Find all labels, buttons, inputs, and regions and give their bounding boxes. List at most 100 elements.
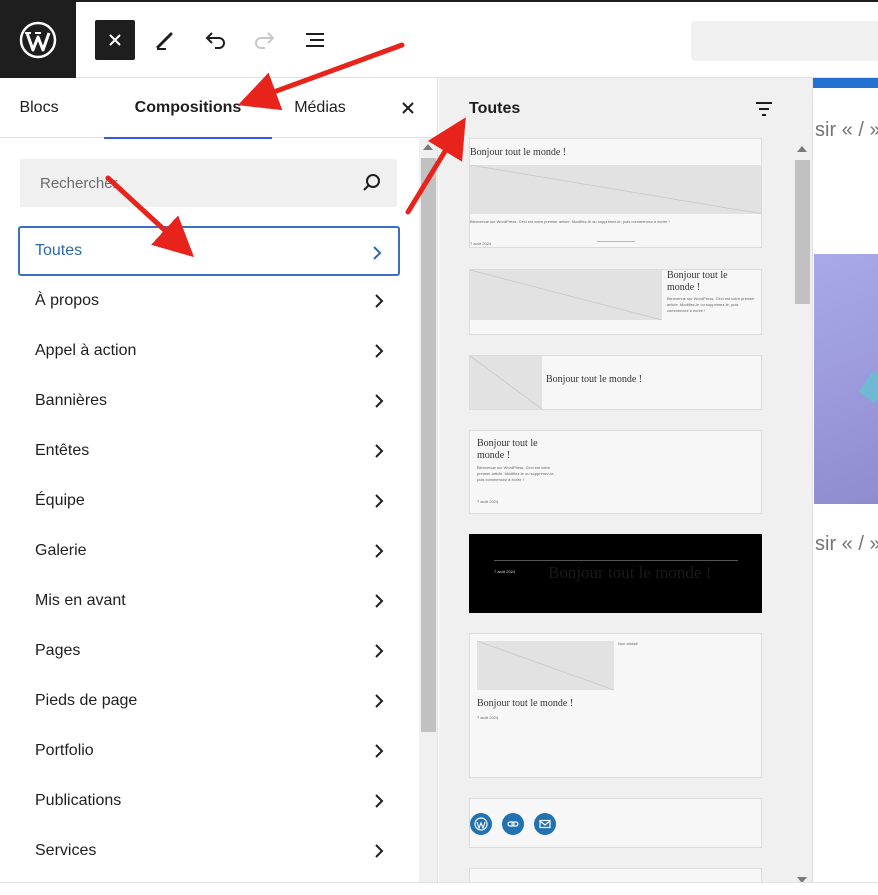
patterns-scrollbar[interactable] <box>793 140 812 895</box>
pattern-excerpt: Bienvenue sur WordPress. Ceci est votre … <box>667 296 755 313</box>
category-label: Entêtes <box>35 442 90 459</box>
category-pieds-de-page[interactable]: Pieds de page <box>18 676 400 726</box>
tab-medias[interactable]: Médias <box>272 78 368 138</box>
chevron-right-icon <box>375 694 384 708</box>
editor-canvas[interactable]: sir « / » sir « / » <box>812 78 878 895</box>
pattern-card[interactable]: 7 août 2024 Bonjour tout le monde ! <box>469 534 762 613</box>
chevron-right-icon <box>373 246 382 260</box>
category-toutes[interactable]: Toutes <box>18 226 400 276</box>
chevron-right-icon <box>375 744 384 758</box>
chevron-right-icon <box>375 594 384 608</box>
scrollbar-thumb[interactable] <box>421 158 436 732</box>
separator <box>494 560 738 561</box>
scroll-up-icon[interactable] <box>423 144 433 150</box>
category-label: Appel à action <box>35 342 137 359</box>
chevron-right-icon <box>375 544 384 558</box>
pattern-card[interactable]: Non classé Bonjour tout le monde ! 7 aoû… <box>469 633 762 778</box>
category-entetes[interactable]: Entêtes <box>18 426 400 476</box>
document-bar[interactable] <box>691 21 878 61</box>
pattern-card[interactable]: Bonjour tout le monde ! <box>469 355 762 410</box>
pattern-date: 7 août 2024 <box>477 715 499 720</box>
bottom-bar <box>0 882 878 895</box>
scrollbar-thumb[interactable] <box>795 160 810 304</box>
inserter-tabs: Blocs Compositions Médias <box>0 78 437 139</box>
image-placeholder <box>470 356 542 409</box>
chevron-right-icon <box>375 644 384 658</box>
chevron-right-icon <box>375 294 384 308</box>
category-label: À propos <box>35 292 100 309</box>
pattern-post-title: Bonjour tout le monde ! <box>667 270 759 294</box>
editor-text: sir « / » <box>815 533 878 555</box>
category-label: Pages <box>35 642 81 659</box>
category-a-propos[interactable]: À propos <box>18 276 400 326</box>
chevron-right-icon <box>375 794 384 808</box>
category-pages[interactable]: Pages <box>18 626 400 676</box>
close-inserter-button[interactable] <box>95 20 135 60</box>
title-line: monde ! <box>477 450 511 461</box>
category-label: Portfolio <box>35 742 94 759</box>
pattern-date: 7 août 2024 <box>494 569 516 574</box>
wordpress-icon <box>470 813 492 835</box>
chevron-right-icon <box>375 344 384 358</box>
pattern-post-title: Bonjour tout le monde ! <box>546 374 643 385</box>
pattern-excerpt: Bienvenue sur WordPress. Ceci est votre … <box>477 465 555 482</box>
featured-image <box>814 254 878 504</box>
category-publications[interactable]: Publications <box>18 776 400 826</box>
pattern-card[interactable]: Bonjour tout le monde ! Bienvenue sur Wo… <box>469 269 762 335</box>
pen-icon[interactable] <box>149 24 181 56</box>
category-equipe[interactable]: Équipe <box>18 476 400 526</box>
search-icon <box>363 174 380 191</box>
image-placeholder <box>477 641 614 690</box>
chevron-right-icon <box>375 844 384 858</box>
pattern-post-title: Bonjour tout le monde ! <box>477 698 574 709</box>
pattern-post-title: Bonjour tout le monde ! <box>477 438 567 462</box>
image-placeholder <box>470 165 761 214</box>
category-label: Équipe <box>35 492 85 509</box>
image-placeholder <box>470 270 662 320</box>
category-appel-a-action[interactable]: Appel à action <box>18 326 400 376</box>
title-line: Bonjour tout le <box>477 438 538 449</box>
separator <box>597 241 635 242</box>
inserter-panel: Blocs Compositions Médias Toutes À propo… <box>0 78 438 895</box>
category-label: Publications <box>35 792 122 809</box>
pattern-post-title: Bonjour tout le monde ! <box>470 147 567 158</box>
search-field <box>20 159 397 207</box>
search-input[interactable] <box>20 159 397 207</box>
list-view-icon[interactable] <box>299 24 331 56</box>
header-strip <box>813 78 878 88</box>
image-accent <box>858 370 878 404</box>
pattern-date: 7 août 2024 <box>477 499 499 504</box>
pattern-date: 7 août 2024 <box>470 241 492 246</box>
category-bannieres[interactable]: Bannières <box>18 376 400 426</box>
category-label: Bannières <box>35 392 108 409</box>
category-label: Galerie <box>35 542 87 559</box>
category-label: Mis en avant <box>35 592 126 609</box>
tab-compositions[interactable]: Compositions <box>104 78 272 139</box>
wordpress-icon[interactable] <box>0 2 76 78</box>
pattern-card[interactable]: Bonjour tout le monde ! Bienvenue sur Wo… <box>469 430 762 514</box>
pattern-card[interactable] <box>469 798 762 848</box>
chevron-right-icon <box>375 444 384 458</box>
close-panel-button[interactable] <box>396 96 420 120</box>
filter-icon[interactable] <box>753 98 775 120</box>
category-scrollbar[interactable] <box>419 138 437 895</box>
undo-icon[interactable] <box>199 24 231 56</box>
editor-text: sir « / » <box>815 119 878 141</box>
chevron-right-icon <box>375 394 384 408</box>
pattern-card[interactable]: Bonjour tout le monde ! Bienvenue sur Wo… <box>469 138 762 248</box>
chevron-right-icon <box>375 494 384 508</box>
category-galerie[interactable]: Galerie <box>18 526 400 576</box>
pattern-excerpt: Bienvenue sur WordPress. Ceci est votre … <box>470 219 670 224</box>
category-mis-en-avant[interactable]: Mis en avant <box>18 576 400 626</box>
category-services[interactable]: Services <box>18 826 400 876</box>
category-label: Toutes <box>35 242 83 259</box>
category-portfolio[interactable]: Portfolio <box>18 726 400 776</box>
title-line: monde ! <box>667 282 701 293</box>
scroll-up-icon[interactable] <box>797 146 807 152</box>
tab-blocs[interactable]: Blocs <box>0 78 78 138</box>
redo-icon[interactable] <box>249 24 281 56</box>
mail-icon <box>534 813 556 835</box>
category-list: Toutes À propos Appel à action Bannières… <box>18 226 400 876</box>
category-label: Pieds de page <box>35 692 138 709</box>
patterns-title: Toutes <box>469 100 521 117</box>
